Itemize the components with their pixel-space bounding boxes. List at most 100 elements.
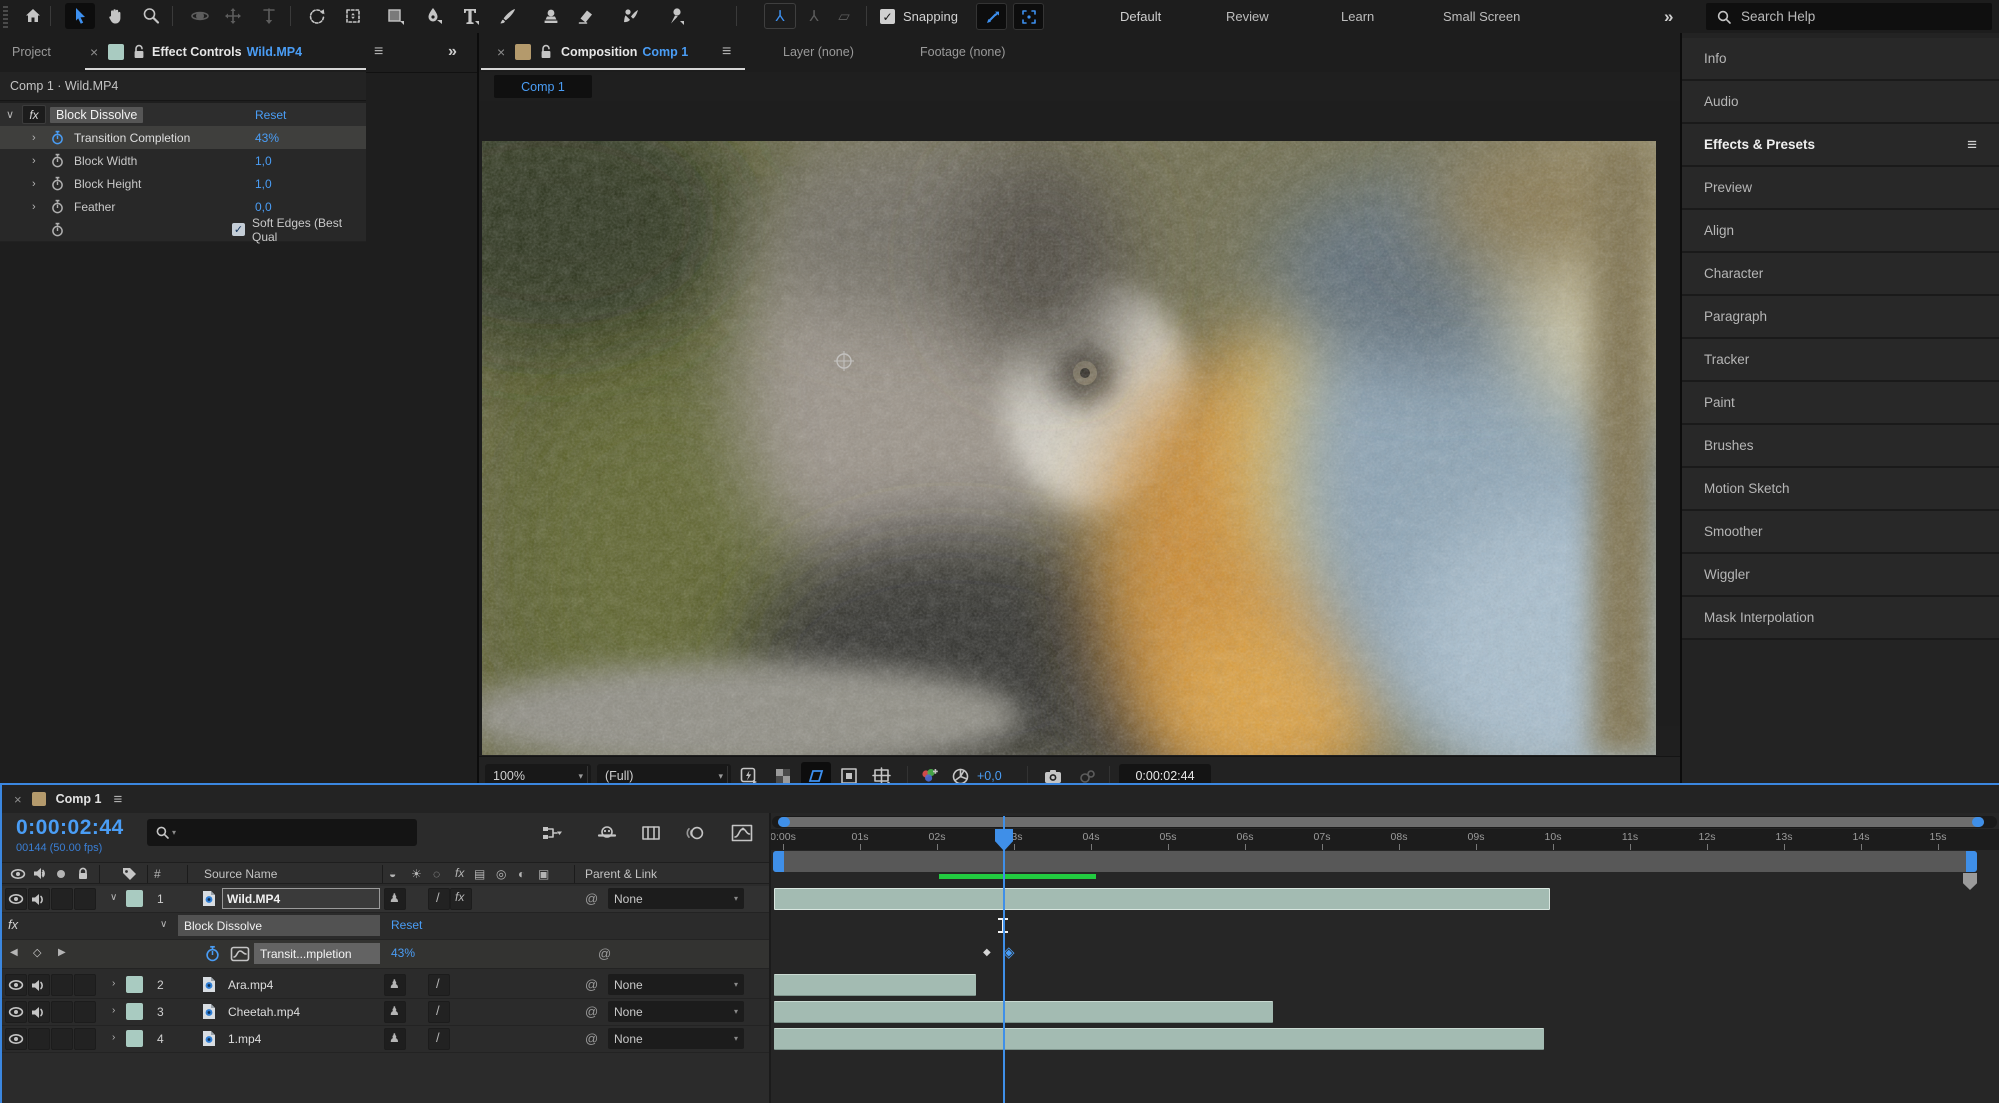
snap-options-button[interactable] bbox=[976, 3, 1007, 30]
tab-effect-controls[interactable]: Effect Controls Wild.MP4 bbox=[152, 33, 302, 70]
layer-label-color[interactable] bbox=[126, 1030, 143, 1047]
panel-tab-character[interactable]: Character bbox=[1682, 253, 1999, 296]
timeline-tab-label[interactable]: Comp 1 bbox=[56, 792, 102, 806]
graph-editor-button[interactable] bbox=[728, 821, 756, 845]
panel-menu-icon[interactable]: ≡ bbox=[722, 33, 731, 70]
quality-switch-icon[interactable]: / bbox=[436, 976, 440, 991]
layer-row-1[interactable]: ∨ 1 Wild.MP4 ♟ / fx @ None ▾ bbox=[2, 886, 769, 913]
layer-bar-wild[interactable] bbox=[774, 888, 1550, 910]
eye-icon[interactable] bbox=[8, 1033, 24, 1045]
quality-switch-icon[interactable]: / bbox=[436, 890, 440, 905]
rotation-tool[interactable] bbox=[302, 3, 332, 29]
type-tool[interactable] bbox=[455, 3, 485, 29]
panel-tab-tracker[interactable]: Tracker bbox=[1682, 339, 1999, 382]
pickwhip-icon[interactable]: @ bbox=[585, 977, 598, 992]
work-area-start-handle[interactable] bbox=[773, 851, 784, 872]
timeline-h-scrollbar[interactable] bbox=[772, 816, 1997, 828]
layer-row-2[interactable]: › 2 Ara.mp4 ♟ / @ None ▾ bbox=[2, 972, 769, 999]
search-help-box[interactable]: Search Help bbox=[1706, 3, 1992, 30]
eye-icon[interactable] bbox=[8, 1006, 24, 1018]
motion-blur-button[interactable] bbox=[682, 821, 708, 845]
scrollbar-cap-right[interactable] bbox=[1972, 817, 1984, 827]
panel-tab-motion-sketch[interactable]: Motion Sketch bbox=[1682, 468, 1999, 511]
stopwatch-icon-active[interactable] bbox=[50, 130, 65, 146]
panel-tab-align[interactable]: Align bbox=[1682, 210, 1999, 253]
audio-toggle[interactable] bbox=[28, 1028, 50, 1050]
panel-menu-icon[interactable]: ≡ bbox=[374, 33, 383, 70]
effect-reset-link[interactable]: Reset bbox=[255, 108, 286, 122]
pan-behind-anchor-tool[interactable] bbox=[338, 3, 368, 29]
property-row-block-width[interactable]: › Block Width 1,0 bbox=[0, 149, 366, 173]
parent-dropdown[interactable]: None ▾ bbox=[608, 1001, 744, 1022]
scrollbar-thumb[interactable] bbox=[778, 817, 1984, 827]
align-to-pixel-button[interactable]: ⅄ bbox=[764, 3, 796, 29]
panel-tab-paragraph[interactable]: Paragraph bbox=[1682, 296, 1999, 339]
speaker-icon[interactable] bbox=[31, 893, 45, 906]
collapse-chevron-icon[interactable]: ∨ bbox=[160, 919, 167, 930]
effect-header-row[interactable]: ∨ fx Block Dissolve Reset bbox=[0, 103, 366, 127]
fx-switch-icon[interactable]: fx bbox=[455, 890, 464, 904]
next-keyframe-icon[interactable]: ▶ bbox=[58, 947, 66, 958]
unlock-icon[interactable] bbox=[132, 44, 146, 60]
lock-toggle[interactable] bbox=[74, 974, 96, 996]
tab-composition[interactable]: Composition Comp 1 bbox=[561, 33, 688, 70]
layer-row-3[interactable]: › 3 Cheetah.mp4 ♟ / @ None ▾ bbox=[2, 999, 769, 1026]
pen-tool[interactable] bbox=[418, 3, 448, 29]
property-row-transition[interactable]: ◀ ◇ ▶ Transit...mpletion 43% @ bbox=[2, 940, 769, 969]
parent-dropdown[interactable]: None ▾ bbox=[608, 974, 744, 995]
shy-switch-icon[interactable]: ♟ bbox=[389, 891, 400, 905]
property-value[interactable]: 43% bbox=[255, 131, 279, 145]
composition-mini-flowchart-button[interactable] bbox=[540, 821, 566, 845]
stopwatch-icon-active[interactable] bbox=[204, 945, 221, 963]
pickwhip-icon[interactable]: @ bbox=[585, 1031, 598, 1046]
solo-toggle[interactable] bbox=[51, 974, 73, 996]
keyframe-icon[interactable]: ◆ bbox=[983, 947, 991, 958]
prev-keyframe-icon[interactable]: ◀ bbox=[10, 947, 18, 958]
expand-chevron-icon[interactable]: › bbox=[112, 1032, 115, 1043]
selection-tool[interactable] bbox=[65, 3, 95, 29]
lock-toggle[interactable] bbox=[74, 1001, 96, 1023]
layer-bar-cheetah[interactable] bbox=[774, 1001, 1273, 1023]
tab-footage-none[interactable]: Footage (none) bbox=[920, 33, 1005, 70]
work-area-end-handle[interactable] bbox=[1966, 851, 1977, 872]
zoom-tool[interactable] bbox=[136, 3, 166, 29]
property-row-block-height[interactable]: › Block Height 1,0 bbox=[0, 172, 366, 196]
work-area-bar[interactable] bbox=[773, 851, 1977, 872]
layer-search-box[interactable]: ▾ bbox=[147, 819, 417, 846]
unlock-icon[interactable] bbox=[539, 44, 553, 60]
panel-tab-preview[interactable]: Preview bbox=[1682, 167, 1999, 210]
add-keyframe-icon[interactable]: ◇ bbox=[33, 946, 41, 959]
parent-link-column-header[interactable]: Parent & Link bbox=[585, 867, 657, 881]
expand-chevron-icon[interactable]: › bbox=[32, 178, 36, 190]
parent-dropdown[interactable]: None ▾ bbox=[608, 1028, 744, 1049]
solo-toggle[interactable] bbox=[51, 1001, 73, 1023]
workspace-tab-learn[interactable]: Learn bbox=[1341, 0, 1374, 33]
composition-viewer[interactable]: 100% ▾ (Full) ▾ +0,0 bbox=[479, 101, 1680, 726]
panel-tab-paint[interactable]: Paint bbox=[1682, 382, 1999, 425]
soft-edges-checkbox[interactable]: ✓ bbox=[232, 223, 245, 236]
pickwhip-icon[interactable]: @ bbox=[585, 891, 598, 906]
layer-label-color[interactable] bbox=[126, 890, 143, 907]
comp-viewer-chip[interactable]: Comp 1 bbox=[494, 75, 592, 98]
effect-reset-link[interactable]: Reset bbox=[391, 918, 422, 932]
timeline-label-color-swatch[interactable] bbox=[32, 792, 46, 806]
current-timecode[interactable]: 0:00:02:44 bbox=[16, 816, 124, 840]
panel-menu-icon[interactable]: ≡ bbox=[1967, 135, 1977, 155]
graph-toggle-icon[interactable] bbox=[230, 946, 250, 962]
stopwatch-icon[interactable] bbox=[50, 222, 65, 238]
eye-icon[interactable] bbox=[8, 979, 24, 991]
clone-stamp-tool[interactable] bbox=[536, 3, 566, 29]
layer-name-label[interactable]: Ara.mp4 bbox=[228, 978, 273, 992]
property-value[interactable]: 1,0 bbox=[255, 177, 272, 191]
playhead-line[interactable] bbox=[1003, 816, 1005, 1103]
solo-toggle[interactable] bbox=[51, 1028, 73, 1050]
align-secondary-button[interactable]: ⅄ bbox=[800, 3, 828, 29]
expand-chevron-icon[interactable]: › bbox=[112, 978, 115, 989]
tab-project[interactable]: Project bbox=[12, 33, 51, 70]
property-value[interactable]: 43% bbox=[391, 946, 415, 960]
tab-close-icon[interactable]: × bbox=[14, 792, 22, 807]
workspace-tab-review[interactable]: Review bbox=[1226, 0, 1269, 33]
pan-camera-tool[interactable] bbox=[218, 3, 248, 29]
lock-toggle[interactable] bbox=[74, 888, 96, 910]
eye-icon[interactable] bbox=[8, 893, 24, 905]
